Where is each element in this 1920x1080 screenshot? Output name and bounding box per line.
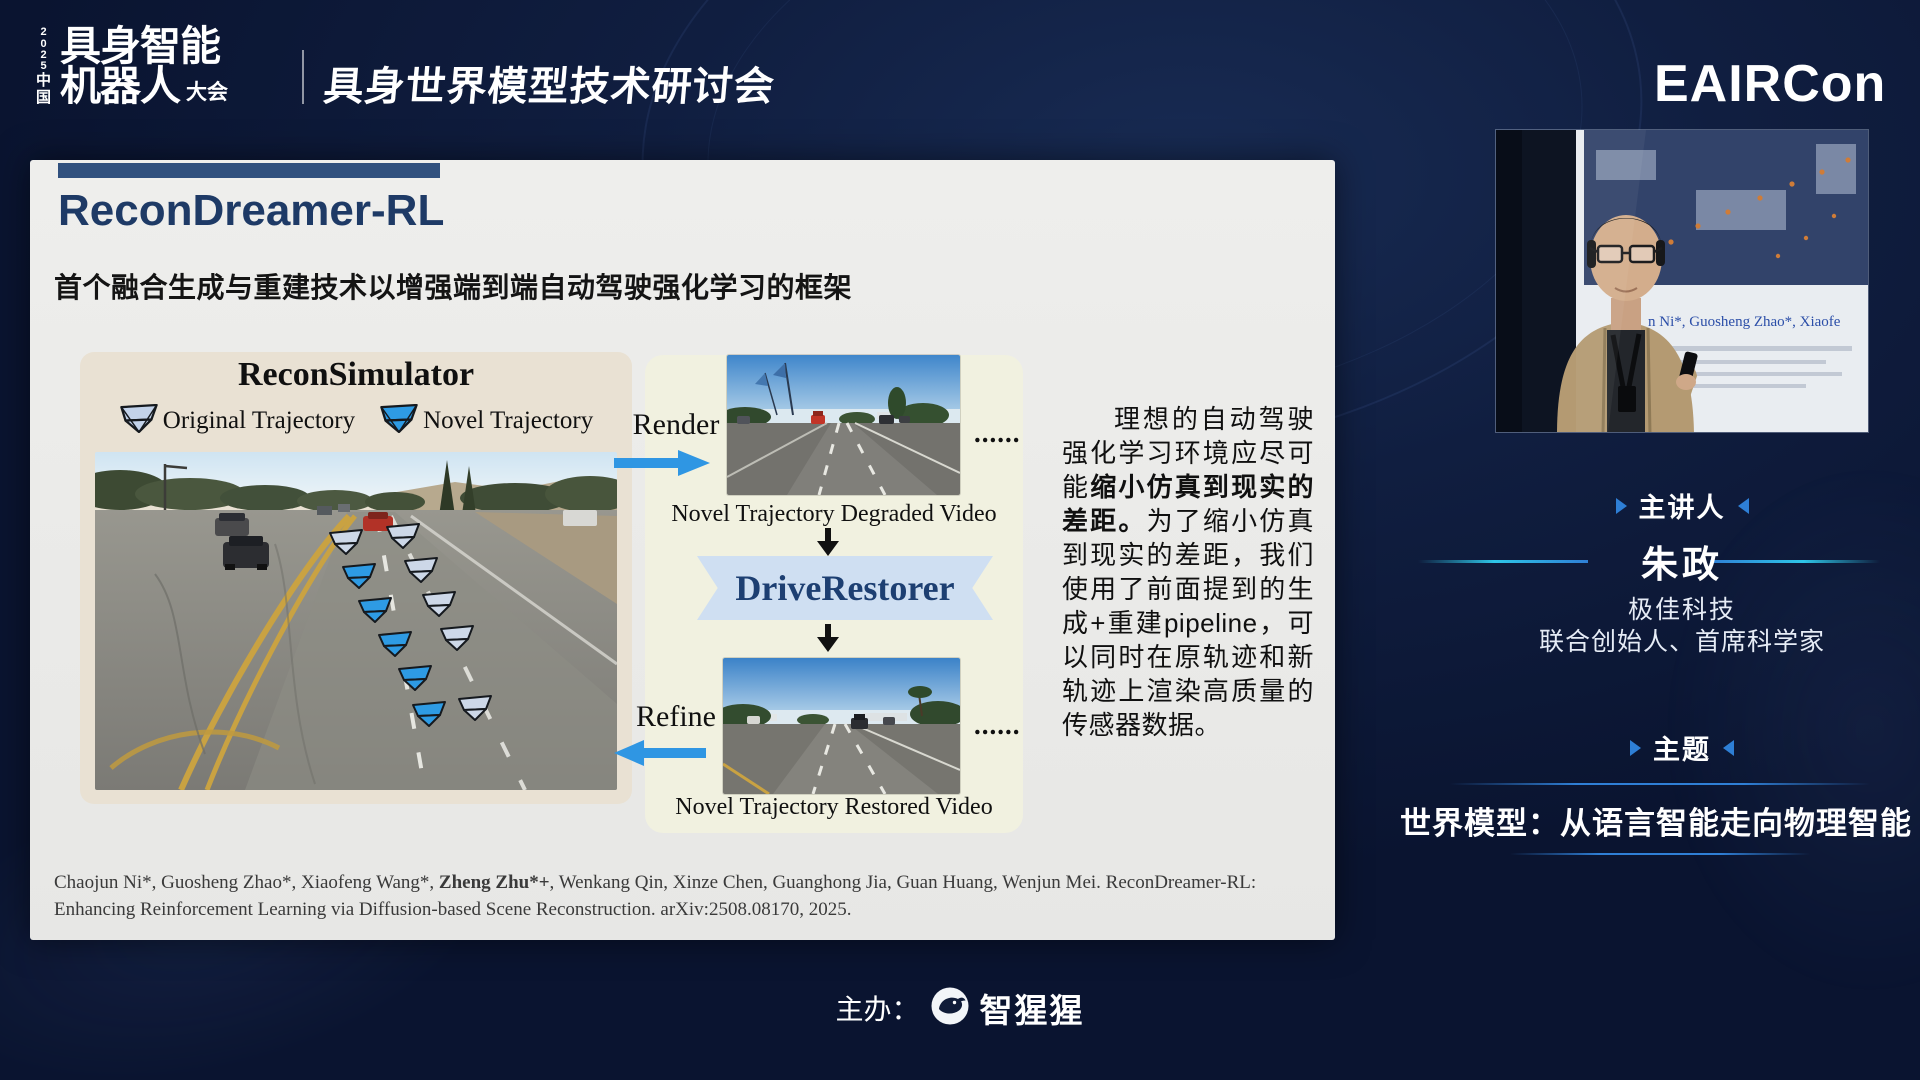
- ellipsis-dots: ......: [974, 418, 1021, 449]
- slide-accent-bar: [58, 163, 440, 178]
- speaker-role: 联合创始人、首席科学家: [1446, 622, 1918, 658]
- slide-paragraph: 理想的自动驾驶强化学习环境应尽可能缩小仿真到现实的差距。为了缩小仿真到现实的差距…: [1062, 402, 1314, 742]
- speaker-video-feed: [1496, 130, 1868, 432]
- drive-restorer-banner: DriveRestorer: [697, 556, 993, 620]
- webinar-frame: 2 0 2 5 中 国 具身智能 机器人 大会 具身世界模型技术研讨会 EAIR…: [0, 0, 1920, 1080]
- legend-item-original: Original Trajectory: [119, 404, 355, 438]
- speaker-organization: 极佳科技: [1496, 590, 1868, 626]
- refine-arrow-icon: [614, 740, 706, 771]
- triangle-right-icon: [1616, 498, 1627, 514]
- slide-title: ReconDreamer-RL: [58, 186, 444, 236]
- restored-video-thumbnail: [723, 658, 960, 794]
- conference-logo-title: 具身智能 机器人 大会: [60, 26, 228, 106]
- simulator-title: ReconSimulator: [80, 356, 632, 394]
- speaker-name: 朱政: [1496, 534, 1868, 588]
- topic-section-label: 主题: [1496, 728, 1868, 767]
- header-divider: [302, 50, 304, 104]
- topic-title: 世界模型：从语言智能走向物理智能: [1398, 798, 1914, 843]
- footer-host: 主办： 智猩猩: [0, 984, 1920, 1032]
- speaker-label-text: 主讲人: [1639, 486, 1726, 525]
- legend-label: Novel Trajectory: [423, 407, 593, 435]
- speaker-section-label: 主讲人: [1496, 486, 1868, 525]
- driving-scene-image: [95, 452, 617, 790]
- degraded-video-caption: Novel Trajectory Degraded Video: [645, 501, 1023, 528]
- triangle-left-icon: [1723, 740, 1734, 756]
- logo-digit: 5: [40, 61, 46, 72]
- paper-citation: Chaojun Ni*, Guosheng Zhao*, Xiaofeng Wa…: [54, 870, 1310, 924]
- legend-item-novel: Novel Trajectory: [379, 404, 593, 438]
- presentation-slide: ReconDreamer-RL 首个融合生成与重建技术以增强端到端自动驾驶强化学…: [30, 160, 1335, 940]
- topic-decor-line: [1510, 853, 1810, 855]
- logo-country-char: 国: [36, 90, 51, 105]
- car-dark: [223, 536, 269, 570]
- ellipsis-dots: ......: [974, 710, 1021, 741]
- conference-logo-year-column: 2 0 2 5 中 国: [36, 26, 51, 106]
- trajectory-legend: Original Trajectory Novel Trajectory: [80, 404, 632, 438]
- drive-restorer-label: DriveRestorer: [735, 567, 954, 609]
- camera-frustum-icon: [119, 404, 159, 438]
- paragraph-text: 为了缩小仿真到现实的差距，我们使用了前面提到的生成+重建pipeline，可以同…: [1062, 506, 1314, 740]
- event-title: 具身世界模型技术研讨会: [321, 54, 777, 112]
- refine-label: Refine: [616, 700, 736, 734]
- render-arrow-icon: [614, 450, 710, 481]
- logo-country-char: 中: [36, 73, 51, 88]
- citation-text: Chaojun Ni*, Guosheng Zhao*, Xiaofeng Wa…: [54, 872, 439, 893]
- restored-video-caption: Novel Trajectory Restored Video: [645, 794, 1023, 821]
- slide-subtitle: 首个融合生成与重建技术以增强端到端自动驾驶强化学习的框架: [54, 266, 852, 306]
- logo-row2: 机器人: [60, 66, 180, 106]
- host-name: 智猩猩: [980, 984, 1085, 1032]
- projected-screen-text: n Ni*, Guosheng Zhao*, Xiaofe: [1648, 314, 1868, 331]
- camera-frustum-icon: [379, 404, 419, 438]
- logo-suffix: 大会: [186, 83, 228, 107]
- topic-label-text: 主题: [1653, 728, 1711, 767]
- logo-row1: 具身智能: [60, 26, 228, 66]
- degraded-video-thumbnail: [727, 355, 960, 495]
- triangle-right-icon: [1630, 740, 1641, 756]
- host-label: 主办：: [835, 988, 919, 1028]
- citation-bold-author: Zheng Zhu*+: [439, 872, 550, 893]
- host-logo-icon: [930, 986, 970, 1031]
- conference-logo: 2 0 2 5 中 国 具身智能 机器人 大会: [36, 26, 228, 106]
- car-gray: [215, 513, 249, 536]
- render-label: Render: [616, 408, 736, 442]
- legend-label: Original Trajectory: [163, 407, 355, 435]
- recon-simulator-panel: ReconSimulator Original Trajectory: [80, 352, 632, 804]
- topic-decor-line: [1450, 783, 1870, 785]
- brand-logo: EAIRCon: [1654, 54, 1886, 114]
- down-arrow-icon: [817, 624, 839, 657]
- triangle-left-icon: [1738, 498, 1749, 514]
- logo-digit: 2: [40, 27, 46, 38]
